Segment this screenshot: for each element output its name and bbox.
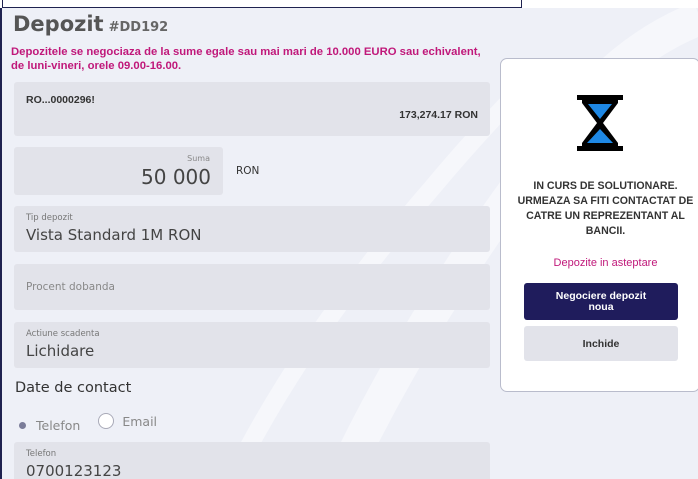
amount-label: Suma — [187, 154, 210, 163]
contact-method-radios: Telefon Email — [15, 413, 167, 433]
phone-label: Telefon — [26, 449, 57, 459]
maturity-action-select[interactable]: Actiune scadenta Lichidare — [14, 322, 490, 368]
amount-input[interactable]: Suma 50 000 — [14, 147, 223, 195]
phone-input[interactable]: Telefon 0700123123 — [14, 442, 490, 479]
deposit-page: Depozit #DD192 Depozitele se negociaza de… — [0, 8, 698, 479]
phone-value: 0700123123 — [26, 462, 122, 479]
radio-unselected-indicator — [98, 413, 115, 429]
deposit-code: #DD192 — [108, 20, 169, 35]
radio-email-label: Email — [122, 413, 158, 429]
contact-section-title: Date de contact — [15, 380, 132, 396]
deposit-type-label: Tip depozit — [26, 213, 73, 223]
radio-telefon-label: Telefon — [36, 418, 81, 433]
status-message: IN CURS DE SOLUTIONARE. URMEAZA SA FITI … — [517, 180, 694, 237]
radio-selected-indicator — [19, 422, 26, 429]
page-title: Depozit #DD192 — [13, 12, 168, 36]
amount-value: 50 000 — [141, 165, 211, 189]
top-input-frame — [2, 0, 522, 8]
deposit-type-select[interactable]: Tip depozit Vista Standard 1M RON — [14, 206, 490, 252]
new-negotiation-button[interactable]: Negociere depozit noua — [524, 283, 678, 320]
account-balance: 173,274.17 RON — [399, 109, 478, 121]
amount-currency: RON — [236, 165, 260, 177]
pending-deposits-link[interactable]: Depozite in asteptare — [513, 257, 698, 269]
title-text: Depozit — [13, 12, 104, 36]
interest-rate-input[interactable]: Procent dobanda — [14, 264, 490, 310]
account-iban: RO...0000296! — [26, 94, 95, 106]
interest-rate-placeholder: Procent dobanda — [26, 281, 115, 293]
negotiation-notice: Depozitele se negociaza de la sume egale… — [11, 46, 481, 72]
hourglass-icon — [577, 95, 623, 151]
top-bar — [0, 0, 698, 8]
radio-telefon[interactable]: Telefon — [15, 418, 80, 433]
close-button[interactable]: Inchide — [524, 326, 678, 361]
maturity-action-value: Lichidare — [26, 342, 95, 360]
deposit-type-value: Vista Standard 1M RON — [26, 226, 202, 244]
account-selector[interactable]: RO...0000296! 173,274.17 RON — [14, 82, 490, 136]
maturity-action-label: Actiune scadenta — [26, 329, 100, 339]
status-panel: IN CURS DE SOLUTIONARE. URMEAZA SA FITI … — [500, 58, 698, 392]
radio-email[interactable]: Email — [94, 413, 157, 429]
